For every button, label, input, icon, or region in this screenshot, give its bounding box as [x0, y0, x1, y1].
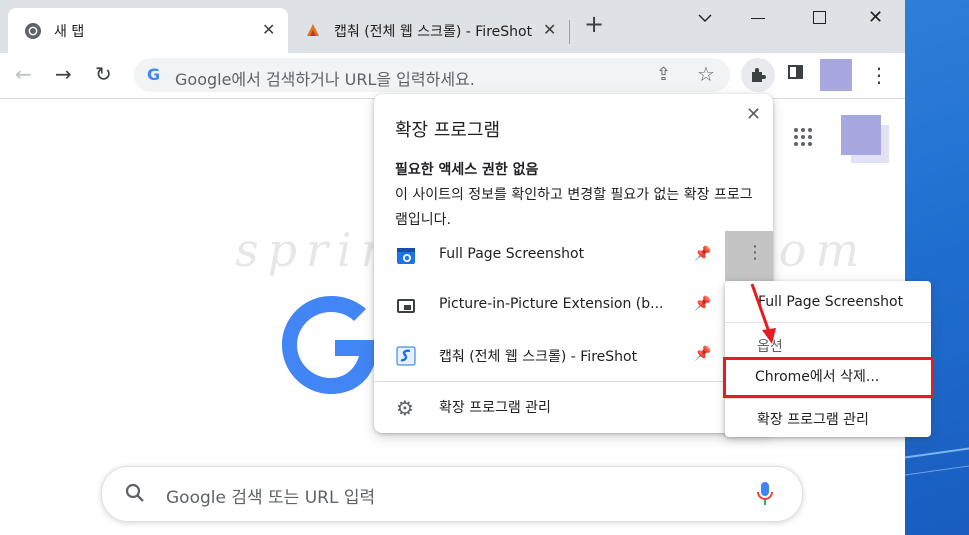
- pip-icon: [397, 299, 415, 313]
- kebab-menu-icon[interactable]: ⋮: [869, 63, 889, 87]
- extension-name: 캡춰 (전체 웹 스크롤) - FireShot: [439, 349, 638, 365]
- tab-new-tab[interactable]: 새 탭 ✕: [8, 8, 288, 53]
- omnibox[interactable]: G Google에서 검색하거나 URL을 입력하세요. ⇪ ☆: [134, 58, 730, 92]
- highlight-box: [723, 357, 934, 398]
- search-icon: [125, 483, 144, 502]
- fireshot-icon: [396, 346, 416, 366]
- section-heading: 필요한 액세스 권한 없음: [395, 162, 539, 178]
- tab-strip: 새 탭 ✕ 캡춰 (전체 웹 스크롤) - FireShot ✕ + ✕: [0, 0, 905, 53]
- gear-icon: ⚙: [396, 396, 414, 420]
- forward-icon[interactable]: →: [55, 62, 72, 86]
- reload-icon[interactable]: ↻: [95, 62, 112, 86]
- close-icon[interactable]: ✕: [746, 104, 761, 125]
- chrome-icon: [25, 23, 41, 39]
- back-icon[interactable]: ←: [15, 62, 32, 86]
- maximize-icon[interactable]: [813, 11, 826, 24]
- puzzle-icon: [752, 68, 766, 82]
- extensions-popup: 확장 프로그램 ✕ 필요한 액세스 권한 없음 이 사이트의 정보를 확인하고 …: [374, 94, 773, 433]
- popup-title: 확장 프로그램: [395, 120, 501, 141]
- annotation-arrow: [750, 283, 776, 344]
- camera-icon: [397, 248, 415, 264]
- extensions-button[interactable]: [741, 58, 775, 92]
- tab-separator: [569, 20, 570, 44]
- tab-fireshot[interactable]: 캡춰 (전체 웹 스크롤) - FireShot ✕: [298, 8, 568, 53]
- more-actions-button[interactable]: ⋮: [725, 231, 773, 281]
- divider: [374, 381, 773, 382]
- side-panel-icon[interactable]: [788, 65, 803, 79]
- manage-extensions-link[interactable]: 확장 프로그램 관리: [439, 397, 551, 417]
- chevron-down-icon[interactable]: [697, 13, 713, 23]
- google-logo: [282, 296, 377, 394]
- extension-name: Picture-in-Picture Extension (b...: [439, 296, 664, 312]
- close-window-icon[interactable]: ✕: [868, 7, 883, 28]
- extension-row-pip[interactable]: Picture-in-Picture Extension (b... 📌: [374, 281, 773, 331]
- bookmark-star-icon[interactable]: ☆: [697, 62, 715, 86]
- tab-title: 캡춰 (전체 웹 스크롤) - FireShot: [334, 24, 533, 40]
- close-icon[interactable]: ✕: [262, 20, 275, 39]
- menu-item-manage-extensions[interactable]: 확장 프로그램 관리: [757, 409, 869, 429]
- kebab-menu-icon: ⋮: [746, 242, 764, 263]
- toolbar: ← → ↻ G Google에서 검색하거나 URL을 입력하세요. ⇪ ☆ ⋮: [0, 53, 905, 99]
- pin-icon[interactable]: 📌: [694, 346, 711, 362]
- minimize-icon[interactable]: [751, 18, 765, 19]
- share-icon[interactable]: ⇪: [656, 64, 671, 85]
- extension-row-fireshot[interactable]: 캡춰 (전체 웹 스크롤) - FireShot 📌: [374, 331, 773, 381]
- section-description: 이 사이트의 정보를 확인하고 변경할 필요가 없는 확장 프로그램입니다.: [395, 187, 753, 228]
- pin-icon[interactable]: 📌: [694, 246, 711, 262]
- fireshot-icon: [307, 24, 319, 36]
- search-placeholder: Google 검색 또는 URL 입력: [166, 488, 376, 508]
- google-g-icon: G: [147, 65, 161, 84]
- pin-icon[interactable]: 📌: [694, 296, 711, 312]
- profile-avatar[interactable]: [820, 59, 852, 91]
- extension-name: Full Page Screenshot: [439, 246, 585, 262]
- extension-row-full-page-screenshot[interactable]: Full Page Screenshot 📌 ⋮: [374, 231, 773, 281]
- microphone-icon[interactable]: [755, 481, 775, 507]
- account-avatar[interactable]: [841, 115, 881, 155]
- omnibox-placeholder: Google에서 검색하거나 URL을 입력하세요.: [175, 70, 475, 89]
- tab-title: 새 탭: [54, 24, 85, 40]
- search-box[interactable]: Google 검색 또는 URL 입력: [101, 466, 803, 522]
- new-tab-icon[interactable]: +: [584, 10, 604, 38]
- close-icon[interactable]: ✕: [543, 20, 556, 39]
- divider: [725, 398, 931, 399]
